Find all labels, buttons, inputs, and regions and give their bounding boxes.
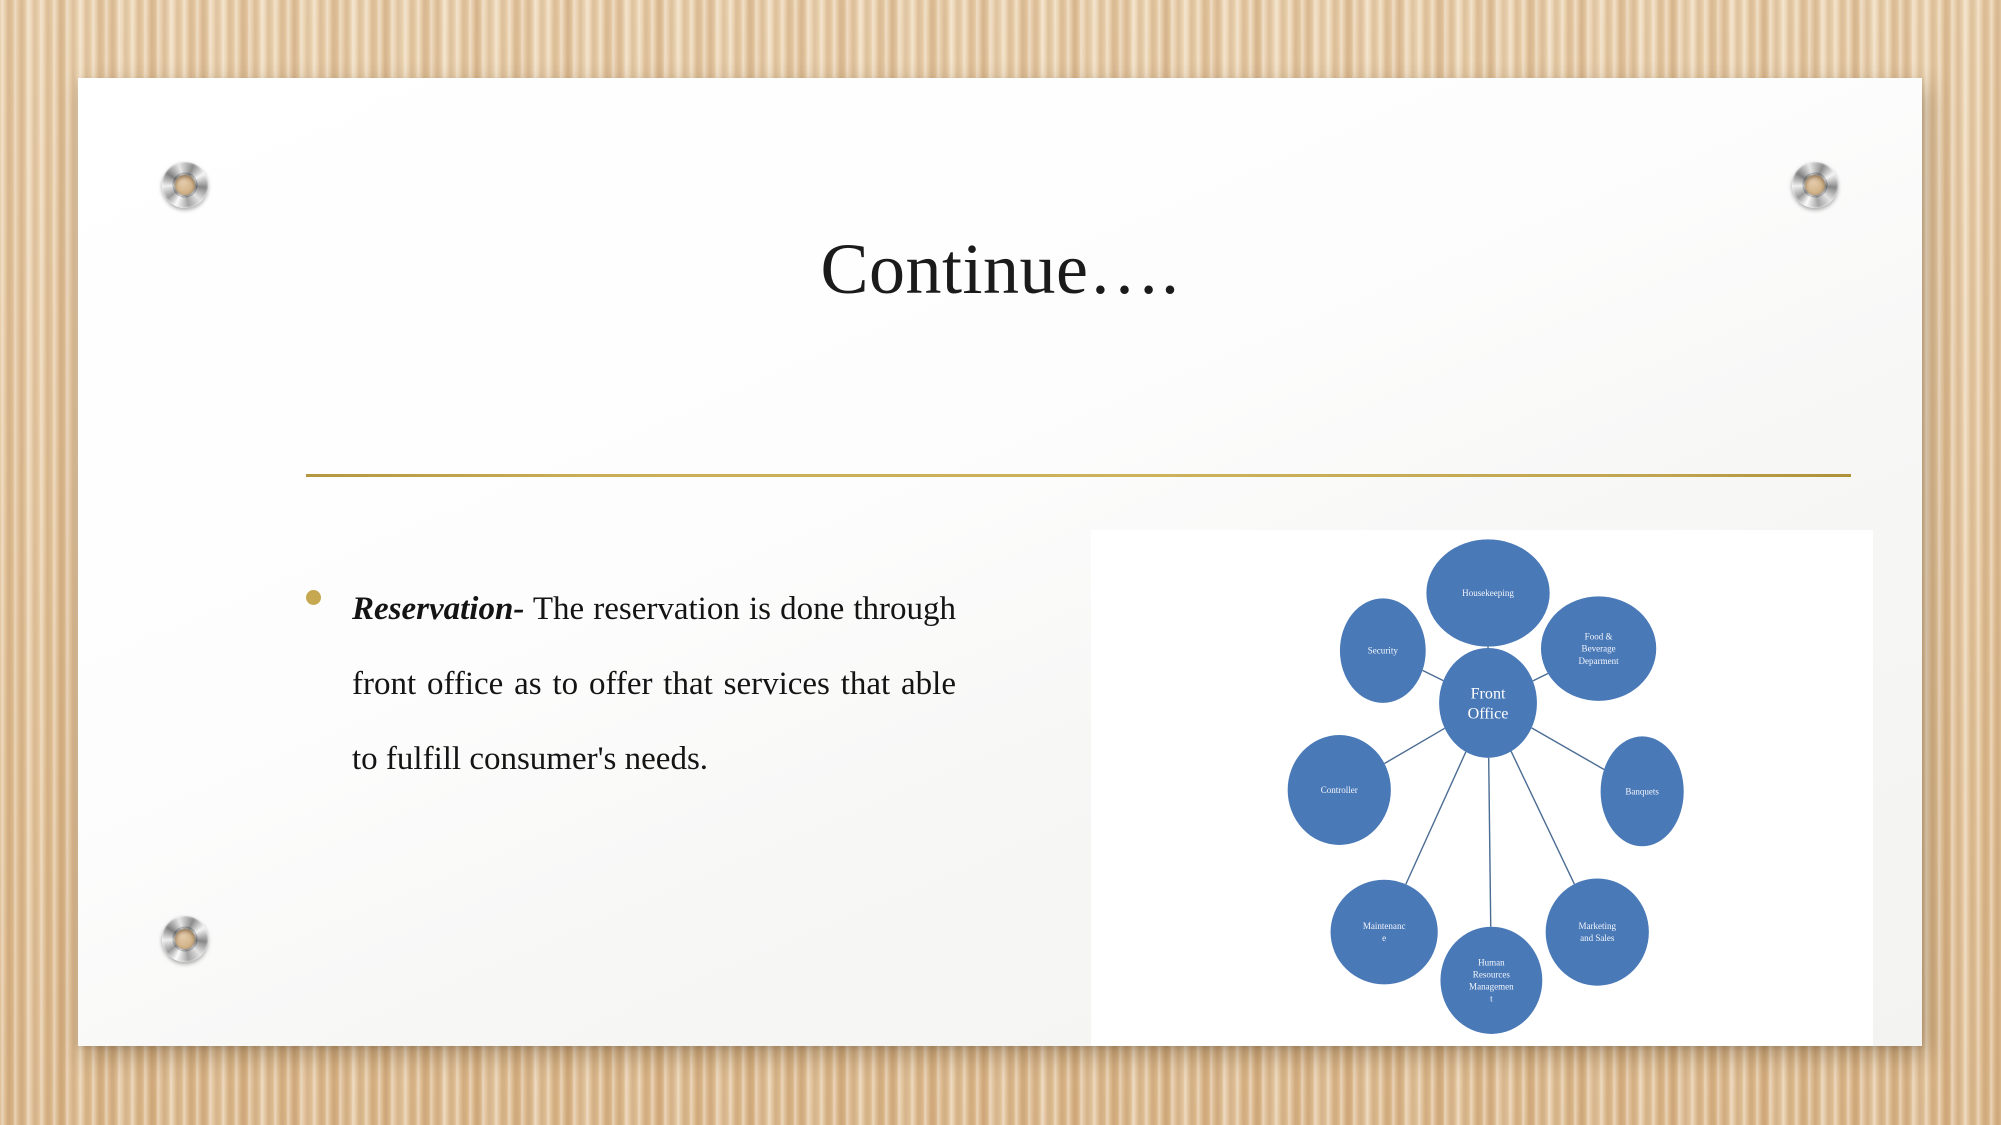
diagram-node[interactable]: Security	[1339, 598, 1426, 703]
diagram-edge	[1422, 669, 1444, 682]
diagram-node-label: Security	[1368, 646, 1399, 656]
diagram-node[interactable]: Food & Beverage Deparment	[1540, 596, 1657, 701]
grommet-bottom-left-icon	[162, 916, 208, 962]
slide-card: Continue…. Reservation- The reservation …	[78, 78, 1922, 1046]
diagram-edge	[1531, 727, 1605, 771]
diagram-edge	[1487, 757, 1492, 927]
grommet-top-right-icon	[1792, 162, 1838, 208]
front-office-diagram: Housekeeping Security Food & Beverage Deparm…	[1287, 539, 1684, 1034]
diagram-edge	[1405, 751, 1467, 885]
diagram-node[interactable]: Controller	[1287, 735, 1391, 845]
diagram-node-label: Controller	[1321, 785, 1358, 795]
title-divider-rule	[306, 474, 1851, 477]
slide-stage: Continue…. Reservation- The reservation …	[0, 0, 2001, 1125]
grommet-top-left-icon	[162, 162, 208, 208]
bullet-text-block: Reservation- The reservation is done thr…	[352, 572, 956, 797]
diagram-node[interactable]: Banquets	[1600, 736, 1684, 847]
diagram-node[interactable]: Front Office	[1439, 647, 1537, 758]
diagram-node-layer: Housekeeping Security Food & Beverage Deparm…	[1287, 539, 1684, 1034]
diagram-node-label: Banquets	[1625, 786, 1659, 796]
bullet-list-item: Reservation- The reservation is done thr…	[306, 572, 956, 797]
diagram-node-label: Housekeeping	[1462, 588, 1514, 598]
diagram-edge	[1510, 751, 1575, 885]
diagram-edge	[1532, 672, 1549, 682]
slide-title: Continue….	[820, 229, 1180, 309]
diagram-node-shape	[1440, 926, 1543, 1034]
diagram-node-shape	[1545, 878, 1649, 986]
front-office-diagram-panel: Housekeeping Security Food & Beverage Deparm…	[1091, 530, 1873, 1046]
diagram-node[interactable]: Human Resources Managemen t	[1440, 926, 1543, 1034]
bullet-dot-icon	[306, 590, 321, 605]
diagram-node[interactable]: Housekeeping	[1426, 539, 1550, 647]
diagram-edge	[1384, 727, 1446, 765]
diagram-node-shape	[1439, 647, 1537, 758]
diagram-node[interactable]: Maintenanc e	[1330, 879, 1438, 985]
bullet-lead-term: Reservation-	[352, 591, 525, 627]
diagram-node-shape	[1330, 879, 1438, 985]
diagram-node[interactable]: Marketing and Sales	[1545, 878, 1649, 986]
